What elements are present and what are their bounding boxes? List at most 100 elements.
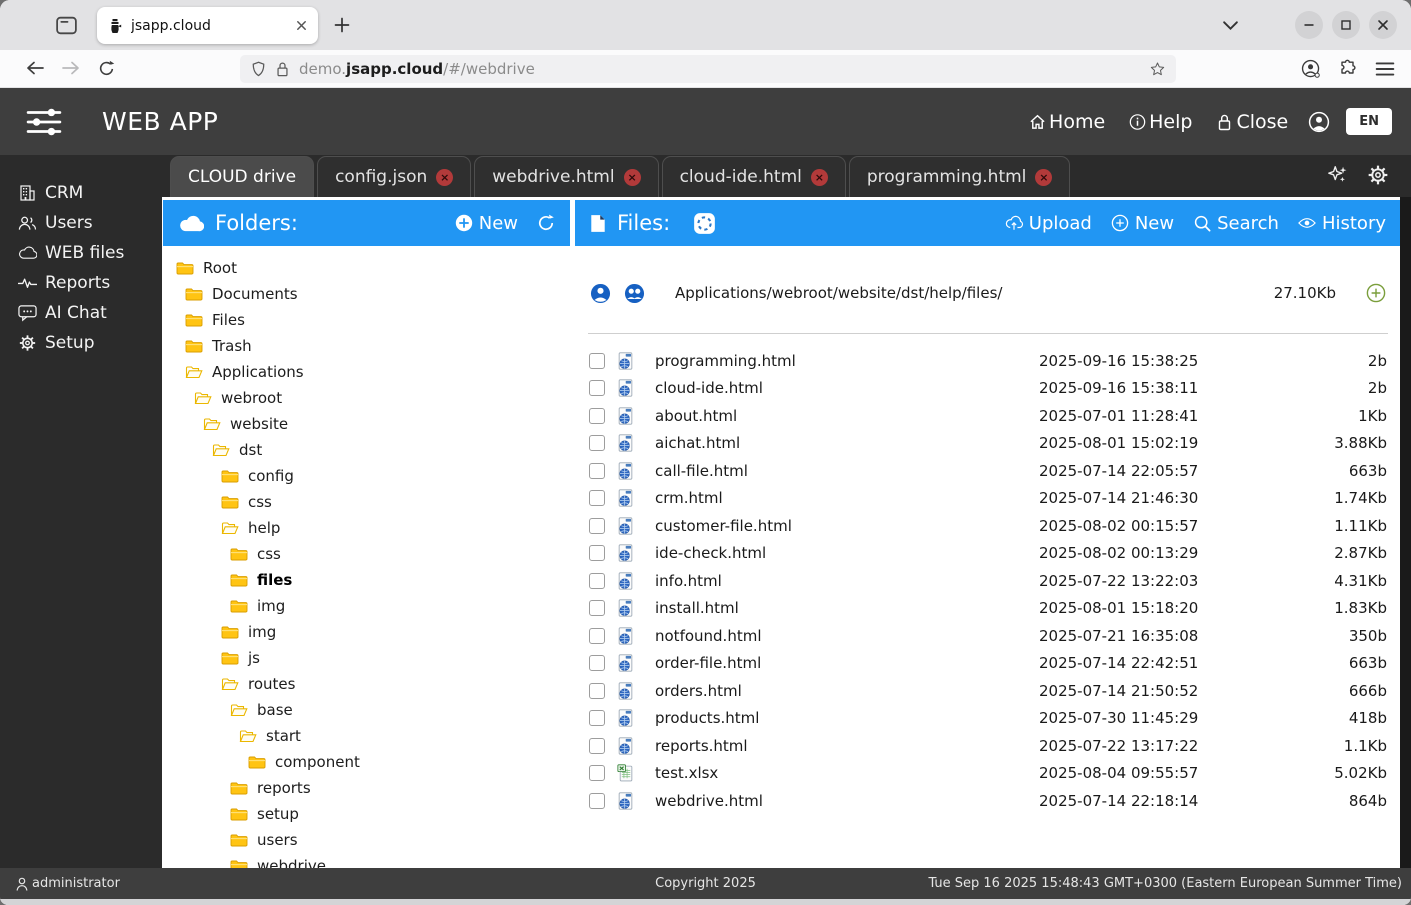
- tree-node-files[interactable]: Files: [163, 307, 570, 333]
- file-name[interactable]: orders.html: [653, 682, 1039, 700]
- sidebar-item-web-files[interactable]: WEB files: [0, 238, 162, 268]
- file-name[interactable]: cloud-ide.html: [653, 379, 1039, 397]
- new-folder-button[interactable]: New: [455, 213, 518, 234]
- file-name[interactable]: about.html: [653, 407, 1039, 425]
- owner-user-icon[interactable]: [590, 283, 611, 304]
- file-name[interactable]: install.html: [653, 599, 1039, 617]
- tab-cloud-drive[interactable]: CLOUD drive: [170, 156, 314, 197]
- file-checkbox[interactable]: [589, 655, 605, 671]
- extensions-puzzle-icon[interactable]: [1338, 59, 1358, 79]
- file-name[interactable]: reports.html: [653, 737, 1039, 755]
- tree-node-files[interactable]: files: [163, 567, 570, 593]
- file-checkbox[interactable]: [589, 573, 605, 589]
- firefox-view-icon[interactable]: [54, 13, 79, 38]
- tab-cloud-ide-html[interactable]: cloud-ide.html×: [662, 156, 846, 197]
- tree-node-img[interactable]: img: [163, 619, 570, 645]
- tree-node-documents[interactable]: Documents: [163, 281, 570, 307]
- right-scroll-strip[interactable]: [1400, 197, 1411, 868]
- file-checkbox[interactable]: [589, 490, 605, 506]
- tree-node-website[interactable]: website: [163, 411, 570, 437]
- header-menu-close[interactable]: Close: [1216, 111, 1288, 133]
- tree-node-routes[interactable]: routes: [163, 671, 570, 697]
- url-bar[interactable]: demo.jsapp.cloud/#/webdrive: [240, 55, 1176, 83]
- app-menu-icon[interactable]: [1375, 59, 1395, 79]
- file-checkbox[interactable]: [589, 710, 605, 726]
- tab-config-json[interactable]: config.json×: [317, 156, 471, 197]
- reload-icon[interactable]: [98, 60, 115, 77]
- file-checkbox[interactable]: [589, 435, 605, 451]
- file-name[interactable]: test.xlsx: [653, 764, 1039, 782]
- back-icon[interactable]: [26, 60, 44, 76]
- sidebar-item-setup[interactable]: Setup: [0, 328, 162, 358]
- files-action-search[interactable]: Search: [1193, 213, 1279, 234]
- files-action-upload[interactable]: Upload: [1005, 213, 1092, 234]
- window-maximize-button[interactable]: [1332, 11, 1360, 39]
- tab-close-icon[interactable]: ×: [624, 169, 641, 186]
- file-name[interactable]: aichat.html: [653, 434, 1039, 452]
- file-checkbox[interactable]: [589, 353, 605, 369]
- browser-tab[interactable]: jsapp.cloud: [97, 7, 318, 44]
- window-minimize-button[interactable]: [1295, 11, 1323, 39]
- lock-icon[interactable]: [275, 61, 290, 77]
- file-checkbox[interactable]: [589, 600, 605, 616]
- tree-node-dst[interactable]: dst: [163, 437, 570, 463]
- file-checkbox[interactable]: [589, 518, 605, 534]
- sparkles-icon[interactable]: [1327, 164, 1349, 186]
- gear-icon[interactable]: [1367, 164, 1389, 186]
- refresh-icon[interactable]: [537, 214, 555, 232]
- tree-node-setup[interactable]: setup: [163, 801, 570, 827]
- file-checkbox[interactable]: [589, 765, 605, 781]
- tree-node-start[interactable]: start: [163, 723, 570, 749]
- file-name[interactable]: crm.html: [653, 489, 1039, 507]
- files-action-history[interactable]: History: [1298, 213, 1386, 234]
- tree-node-webdrive[interactable]: webdrive: [163, 853, 570, 868]
- file-checkbox[interactable]: [589, 628, 605, 644]
- new-tab-icon[interactable]: [334, 17, 350, 33]
- file-name[interactable]: webdrive.html: [653, 792, 1039, 810]
- tree-node-css[interactable]: css: [163, 541, 570, 567]
- header-menu-help[interactable]: Help: [1129, 111, 1192, 133]
- forward-icon[interactable]: [62, 60, 80, 76]
- file-name[interactable]: ide-check.html: [653, 544, 1039, 562]
- tab-close-icon[interactable]: ×: [1035, 169, 1052, 186]
- file-checkbox[interactable]: [589, 408, 605, 424]
- tree-node-css[interactable]: css: [163, 489, 570, 515]
- sidebar-item-reports[interactable]: Reports: [0, 268, 162, 298]
- file-checkbox[interactable]: [589, 683, 605, 699]
- tree-node-root[interactable]: Root: [163, 255, 570, 281]
- files-action-new[interactable]: New: [1111, 213, 1174, 234]
- browser-tab-close-icon[interactable]: [295, 19, 308, 32]
- tree-node-applications[interactable]: Applications: [163, 359, 570, 385]
- file-name[interactable]: customer-file.html: [653, 517, 1039, 535]
- file-name[interactable]: notfound.html: [653, 627, 1039, 645]
- shield-icon[interactable]: [251, 61, 266, 77]
- file-name[interactable]: programming.html: [653, 352, 1039, 370]
- user-account-icon[interactable]: [1308, 111, 1330, 133]
- tree-node-js[interactable]: js: [163, 645, 570, 671]
- tree-node-reports[interactable]: reports: [163, 775, 570, 801]
- window-close-button[interactable]: [1369, 11, 1397, 39]
- file-name[interactable]: order-file.html: [653, 654, 1039, 672]
- sidebar-item-ai-chat[interactable]: AI Chat: [0, 298, 162, 328]
- file-checkbox[interactable]: [589, 738, 605, 754]
- tree-node-trash[interactable]: Trash: [163, 333, 570, 359]
- file-checkbox[interactable]: [589, 380, 605, 396]
- tab-close-icon[interactable]: ×: [436, 169, 453, 186]
- tree-node-users[interactable]: users: [163, 827, 570, 853]
- tree-node-img[interactable]: img: [163, 593, 570, 619]
- file-name[interactable]: products.html: [653, 709, 1039, 727]
- tab-list-chevron-icon[interactable]: [1222, 20, 1239, 31]
- file-name[interactable]: call-file.html: [653, 462, 1039, 480]
- tree-node-base[interactable]: base: [163, 697, 570, 723]
- file-name[interactable]: info.html: [653, 572, 1039, 590]
- header-menu-home[interactable]: Home: [1029, 111, 1105, 133]
- sliders-menu-icon[interactable]: [26, 108, 62, 136]
- tree-node-config[interactable]: config: [163, 463, 570, 489]
- file-checkbox[interactable]: [589, 545, 605, 561]
- sidebar-item-users[interactable]: Users: [0, 208, 162, 238]
- tab-programming-html[interactable]: programming.html×: [849, 156, 1071, 197]
- tree-node-component[interactable]: component: [163, 749, 570, 775]
- group-users-icon[interactable]: [624, 283, 645, 304]
- tab-webdrive-html[interactable]: webdrive.html×: [474, 156, 658, 197]
- tree-node-help[interactable]: help: [163, 515, 570, 541]
